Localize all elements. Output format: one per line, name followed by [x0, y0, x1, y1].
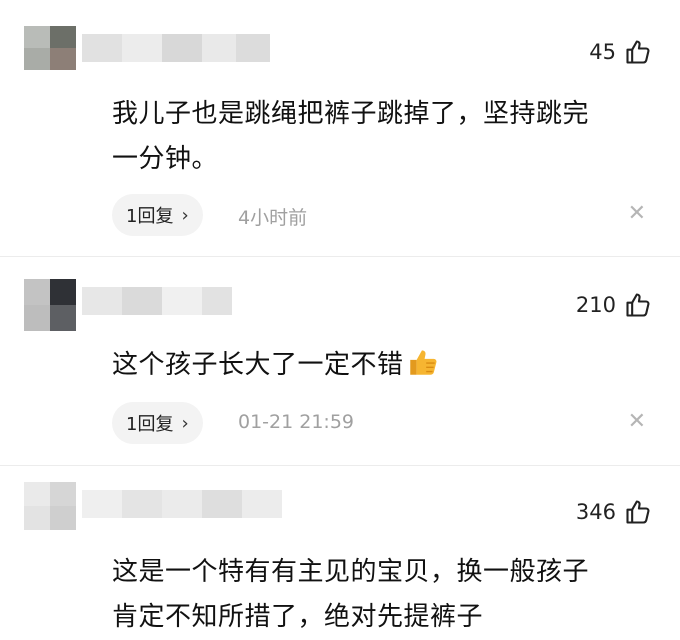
comment-time: 01-21 21:59 [238, 411, 355, 433]
comment-time: 4小时前 [238, 207, 308, 229]
like-count: 210 [575, 293, 616, 317]
comment-item: 346 这是一个特有有主见的宝贝，换一般孩子 肯定不知所措了，绝对先提裤子 [0, 466, 680, 633]
comment-text: 我儿子也是跳绳把裤子跳掉了，坚持跳完 一分钟。 [112, 99, 590, 174]
comment-text: 这个孩子长大了一定不错 [112, 343, 672, 388]
like-button[interactable]: 210 [576, 291, 652, 319]
user-avatar-blurred[interactable] [24, 279, 232, 331]
chevron-right-icon: › [181, 204, 189, 226]
user-avatar-blurred[interactable] [24, 26, 270, 70]
thumbs-up-outline-icon [626, 293, 650, 317]
reply-count-button[interactable]: 1回复 › [112, 194, 203, 236]
reply-count-label: 1回复 [126, 414, 174, 435]
like-count: 346 [575, 500, 616, 524]
comment-item: 45 我儿子也是跳绳把裤子跳掉了，坚持跳完 一分钟。 1回复 › 4小时前 ✕ [0, 0, 680, 255]
reply-count-label: 1回复 [126, 206, 174, 227]
like-button[interactable]: 45 [589, 38, 652, 66]
thumbs-up-emoji-icon [409, 350, 436, 375]
comment-text-body: 这个孩子长大了一定不错 [112, 350, 404, 380]
like-button[interactable]: 346 [576, 498, 652, 526]
thumbs-up-outline-icon [626, 500, 650, 524]
chevron-right-icon: › [181, 412, 189, 434]
reply-count-button[interactable]: 1回复 › [112, 402, 203, 444]
like-count: 45 [589, 40, 616, 64]
comment-item: 210 这个孩子长大了一定不错 1回复 › 01-21 21:59 ✕ [0, 257, 680, 464]
thumbs-up-outline-icon [626, 40, 650, 64]
close-icon[interactable]: ✕ [628, 201, 646, 226]
user-avatar-blurred[interactable] [24, 482, 282, 530]
comment-text: 这是一个特有有主见的宝贝，换一般孩子 肯定不知所措了，绝对先提裤子 [112, 557, 590, 632]
close-icon[interactable]: ✕ [628, 409, 646, 434]
